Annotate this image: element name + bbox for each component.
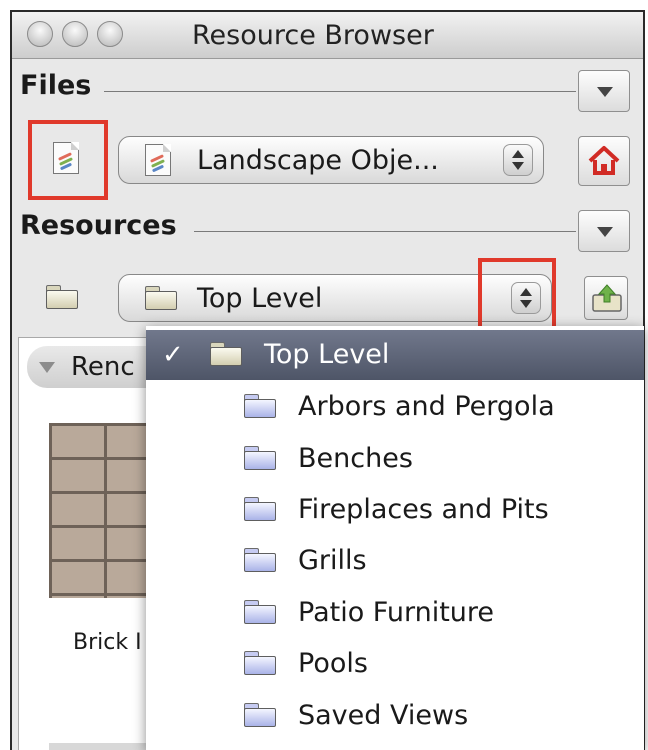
menu-item-grills[interactable]: Grills <box>146 536 644 586</box>
menu-item-saved-views[interactable]: Saved Views <box>146 691 644 741</box>
resources-divider <box>194 231 576 232</box>
folder-icon <box>244 703 276 727</box>
file-popup-value: Landscape Obje... <box>197 145 439 176</box>
folder-icon <box>244 548 276 572</box>
menu-item-label: Pools <box>298 648 368 679</box>
files-section-label: Files <box>20 70 92 101</box>
folder-icon <box>244 394 276 418</box>
menu-item-label: Top Level <box>264 339 390 370</box>
resources-section-label: Resources <box>20 210 177 241</box>
checkmark-icon: ✓ <box>162 340 184 370</box>
zoom-button[interactable] <box>97 21 123 47</box>
stepper-highlight <box>478 258 556 334</box>
menu-item-benches[interactable]: Benches <box>146 434 644 484</box>
folder-icon <box>145 286 177 310</box>
resources-menu-button[interactable] <box>578 210 630 252</box>
menu-item-patio-furniture[interactable]: Patio Furniture <box>146 588 644 638</box>
folder-up-icon <box>592 284 622 312</box>
chevron-down-icon <box>512 162 524 170</box>
document-icon[interactable] <box>53 142 79 174</box>
folder-icon <box>244 651 276 675</box>
chevron-up-icon <box>512 150 524 158</box>
folder-icon[interactable] <box>46 285 78 309</box>
menu-item-pools[interactable]: Pools <box>146 639 644 689</box>
disclosure-triangle-icon[interactable] <box>39 362 55 373</box>
folder-icon <box>210 342 242 366</box>
menu-item-top-level[interactable]: ✓ Top Level <box>146 330 644 380</box>
menu-item-label: Arbors and Pergola <box>298 391 555 422</box>
thumbnail-label: Brick I <box>73 630 142 655</box>
document-icon <box>145 144 171 176</box>
window-title: Resource Browser <box>192 20 434 51</box>
menu-item-fireplaces-and-pits[interactable]: Fireplaces and Pits <box>146 485 644 535</box>
menu-item-label: Grills <box>298 545 367 576</box>
home-button[interactable] <box>578 136 630 186</box>
menu-item-label: Benches <box>298 443 413 474</box>
menu-item-label: Saved Views <box>298 700 469 731</box>
file-popup-stepper[interactable] <box>503 144 533 176</box>
group-header-label: Renc <box>71 352 135 382</box>
home-icon <box>588 146 620 175</box>
files-divider <box>104 91 576 92</box>
chevron-down-icon <box>597 227 613 237</box>
menu-item-arbors-and-pergola[interactable]: Arbors and Pergola <box>146 382 644 432</box>
thumbnail-partial <box>49 743 159 750</box>
brick-thumbnail[interactable] <box>49 423 159 598</box>
menu-item-label: Fireplaces and Pits <box>298 494 549 525</box>
files-menu-button[interactable] <box>578 70 630 112</box>
title-bar: Resource Browser <box>12 12 643 59</box>
folder-popup-value: Top Level <box>197 283 323 314</box>
menu-item-label: Patio Furniture <box>298 597 495 628</box>
close-button[interactable] <box>27 21 53 47</box>
minimize-button[interactable] <box>62 21 88 47</box>
folder-icon <box>244 446 276 470</box>
file-popup[interactable]: Landscape Obje... <box>118 136 544 184</box>
folder-dropdown-menu: ✓ Top Level Arbors and Pergola Benches F… <box>146 326 644 750</box>
folder-icon <box>244 497 276 521</box>
folder-icon <box>244 600 276 624</box>
folder-up-button[interactable] <box>584 276 628 320</box>
chevron-down-icon <box>597 87 613 97</box>
